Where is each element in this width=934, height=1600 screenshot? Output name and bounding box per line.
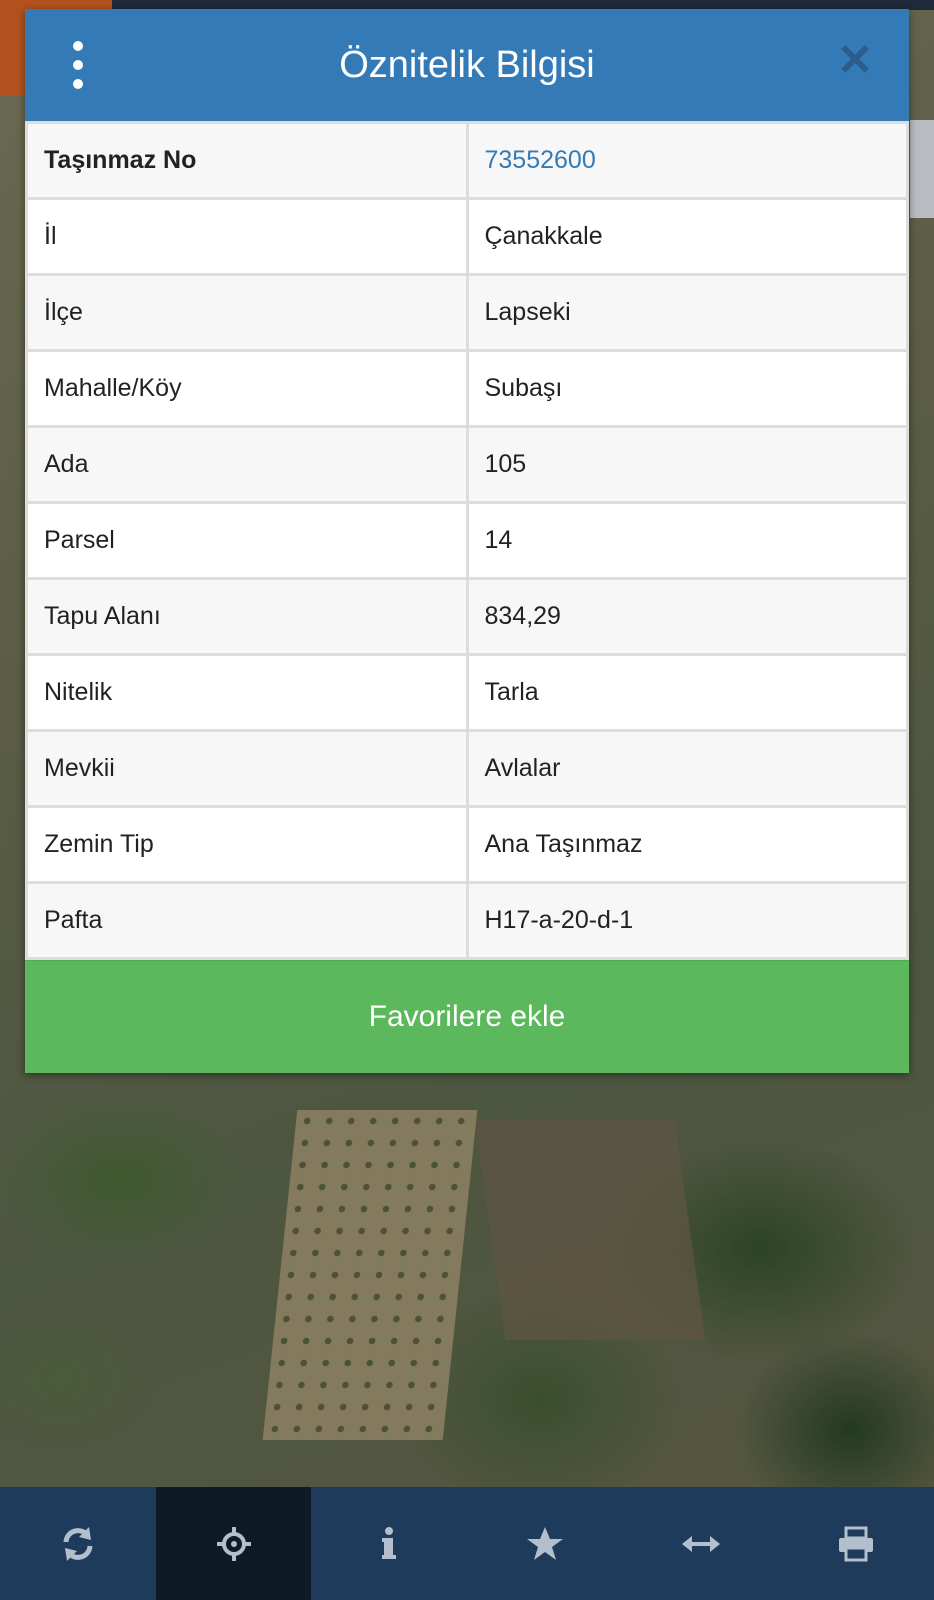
print-button[interactable]: [778, 1487, 934, 1600]
attribute-key: Parsel: [25, 501, 469, 580]
attribute-key: Taşınmaz No: [25, 121, 469, 200]
table-row: Tapu Alanı 834,29: [25, 577, 909, 656]
add-to-favorites-button[interactable]: Favorilere ekle: [25, 960, 909, 1073]
attribute-value: Çanakkale: [465, 197, 909, 276]
attribute-value: 834,29: [465, 577, 909, 656]
attribute-value: 14: [465, 501, 909, 580]
attribute-key: Ada: [25, 425, 469, 504]
table-row: İlçe Lapseki: [25, 273, 909, 352]
info-icon: [382, 1526, 397, 1559]
map-scroll-handle[interactable]: [910, 120, 934, 218]
table-row: Zemin Tip Ana Taşınmaz: [25, 805, 909, 884]
attribute-key: Nitelik: [25, 653, 469, 732]
attribute-value: H17-a-20-d-1: [465, 881, 909, 960]
star-icon: [526, 1526, 563, 1560]
attribute-key: Mevkii: [25, 729, 469, 808]
menu-dot: [73, 60, 83, 70]
refresh-icon: [63, 1526, 93, 1561]
crosshair-icon: [216, 1526, 251, 1561]
attribute-value: Tarla: [465, 653, 909, 732]
modal-header: Öznitelik Bilgisi ✕: [25, 9, 909, 121]
map-olive-grove: [262, 1110, 478, 1440]
bottom-toolbar: [0, 1487, 934, 1600]
attribute-value: 105: [465, 425, 909, 504]
attribute-value: Ana Taşınmaz: [465, 805, 909, 884]
parcel-number-link[interactable]: 73552600: [465, 121, 909, 200]
modal-title: Öznitelik Bilgisi: [339, 43, 595, 86]
menu-dot: [73, 41, 83, 51]
attribute-table: Taşınmaz No 73552600 İl Çanakkale İlçe L…: [25, 121, 909, 960]
measure-button[interactable]: [623, 1487, 779, 1600]
attribute-key: Pafta: [25, 881, 469, 960]
info-button[interactable]: [311, 1487, 467, 1600]
more-vertical-icon[interactable]: [65, 41, 91, 89]
locate-button[interactable]: [155, 1487, 312, 1600]
refresh-button[interactable]: [0, 1487, 156, 1600]
attribute-value: Subaşı: [465, 349, 909, 428]
menu-dot: [73, 79, 83, 89]
attribute-value: Lapseki: [465, 273, 909, 352]
attribute-value: Avlalar: [465, 729, 909, 808]
attribute-key: İl: [25, 197, 469, 276]
table-row: İl Çanakkale: [25, 197, 909, 276]
table-row: Mevkii Avlalar: [25, 729, 909, 808]
attribute-key: İlçe: [25, 273, 469, 352]
attribute-key: Mahalle/Köy: [25, 349, 469, 428]
measure-arrows-icon: [681, 1535, 720, 1552]
favorites-button[interactable]: [467, 1487, 623, 1600]
attribute-key: Zemin Tip: [25, 805, 469, 884]
attribute-info-modal: Öznitelik Bilgisi ✕ Taşınmaz No 73552600…: [25, 9, 909, 1073]
table-row: Parsel 14: [25, 501, 909, 580]
attribute-key: Tapu Alanı: [25, 577, 469, 656]
table-row: Mahalle/Köy Subaşı: [25, 349, 909, 428]
map-terrain-patch: [474, 1120, 706, 1340]
print-icon: [839, 1526, 874, 1561]
table-row: Taşınmaz No 73552600: [25, 121, 909, 200]
table-row: Ada 105: [25, 425, 909, 504]
close-icon[interactable]: ✕: [833, 39, 877, 83]
table-row: Pafta H17-a-20-d-1: [25, 881, 909, 960]
table-row: Nitelik Tarla: [25, 653, 909, 732]
